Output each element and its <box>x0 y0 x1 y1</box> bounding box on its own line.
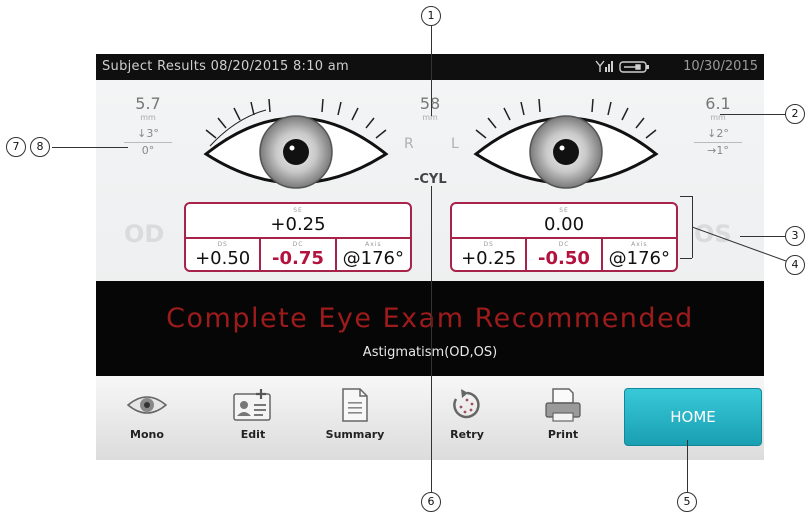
callout-4: 4 <box>785 255 805 275</box>
os-dc-cell: DC -0.50 <box>525 239 600 272</box>
recommendation-title: Complete Eye Exam Recommended <box>166 303 694 334</box>
os-se-value: 0.00 <box>543 214 585 235</box>
home-button[interactable]: HOME <box>624 388 762 446</box>
od-axis-cell: Axis @176° <box>334 239 410 272</box>
r-label: R <box>404 136 414 152</box>
od-gaze-vertical: ↓3° <box>137 127 159 140</box>
status-icons <box>594 58 652 80</box>
callout-5: 5 <box>677 492 697 512</box>
od-dc-cell: DC -0.75 <box>259 239 334 272</box>
callout-4-bracket-top <box>680 196 692 197</box>
os-se-label: SE <box>559 207 569 214</box>
callout-8: 8 <box>30 137 50 157</box>
od-ds-cell: DS +0.50 <box>186 239 259 272</box>
os-gaze-divider <box>694 142 742 143</box>
mono-button[interactable]: Mono <box>112 384 182 441</box>
recommendation-banner: Complete Eye Exam Recommended Astigmatis… <box>96 281 764 376</box>
retry-button[interactable]: Retry <box>432 384 502 441</box>
print-button[interactable]: Print <box>528 384 598 441</box>
status-bar: Subject Results 08/20/2015 8:10 am 10/30… <box>96 54 764 80</box>
os-axis-label: Axis <box>631 241 648 248</box>
od-pupil-size: 5.7 <box>135 94 161 113</box>
retry-icon <box>453 389 480 419</box>
od-ds-label: DS <box>217 241 228 248</box>
callout-5-line <box>687 440 688 492</box>
callout-6-line <box>431 186 432 492</box>
od-pupil-unit: mm <box>140 113 156 122</box>
callout-4-leader <box>692 226 787 262</box>
edit-label: Edit <box>240 428 266 441</box>
callout-1: 1 <box>421 6 441 26</box>
od-label: OD <box>124 220 165 248</box>
od-se-label: SE <box>293 207 303 214</box>
screen-title: Subject Results <box>102 59 207 74</box>
signal-battery-icon <box>595 60 649 73</box>
callout-1-line <box>431 26 432 116</box>
callout-2-line <box>720 114 786 115</box>
cyl-label: -CYL <box>414 172 447 187</box>
summary-button[interactable]: Summary <box>320 384 390 441</box>
callout-3: 3 <box>785 226 805 246</box>
os-ds-label: DS <box>483 241 494 248</box>
os-dc-value: -0.50 <box>538 248 590 269</box>
device-screen: Subject Results 08/20/2015 8:10 am 10/30… <box>96 54 764 460</box>
od-gaze-divider <box>124 142 172 143</box>
document-icon <box>342 388 368 422</box>
os-axis-value: @176° <box>608 248 670 269</box>
od-ds-value: +0.50 <box>195 248 251 269</box>
os-axis-cell: Axis @176° <box>600 239 676 272</box>
os-dc-label: DC <box>558 241 570 248</box>
os-pupil-size: 6.1 <box>705 94 731 113</box>
os-ds-cell: DS +0.25 <box>452 239 525 272</box>
recommendation-subtitle: Astigmatism(OD,OS) <box>362 345 498 360</box>
os-gaze-vertical: ↓2° <box>707 127 729 140</box>
od-gaze-horizontal: 0° <box>141 144 155 157</box>
mono-label: Mono <box>130 428 164 441</box>
callout-6: 6 <box>421 492 441 512</box>
bottom-toolbar: Mono Edit Summary Retry Print HOME <box>96 376 764 460</box>
interpupillary-distance: 58 <box>419 94 441 113</box>
l-label: L <box>451 136 459 152</box>
od-axis-label: Axis <box>365 241 382 248</box>
os-rx-row: DS +0.25 DC -0.50 Axis @176° <box>452 237 676 272</box>
os-results-card: SE 0.00 DS +0.25 DC -0.50 Axis @176° <box>450 202 678 272</box>
ipd-unit: mm <box>422 113 438 122</box>
status-title: Subject Results 08/20/2015 8:10 am <box>102 59 349 74</box>
edit-button[interactable]: Edit <box>218 384 288 441</box>
od-rx-row: DS +0.50 DC -0.75 Axis @176° <box>186 237 410 272</box>
os-ds-value: +0.25 <box>461 248 517 269</box>
right-eye-image <box>203 98 389 189</box>
od-dc-value: -0.75 <box>272 248 324 269</box>
result-timestamp: 08/20/2015 8:10 am <box>210 59 350 74</box>
print-label: Print <box>547 428 579 441</box>
summary-label: Summary <box>325 428 385 441</box>
left-eye-image <box>473 98 659 189</box>
od-se-value: +0.25 <box>270 214 326 235</box>
callout-4-bracket-bottom <box>680 258 692 259</box>
printer-icon <box>545 388 581 422</box>
os-gaze-horizontal: →1° <box>707 144 729 157</box>
od-axis-value: @176° <box>342 248 404 269</box>
eye-icon <box>126 396 168 414</box>
status-date: 10/30/2015 <box>683 59 758 74</box>
edit-profile-icon <box>233 389 271 421</box>
od-dc-label: DC <box>292 241 304 248</box>
callout-2: 2 <box>785 104 805 124</box>
retry-label: Retry <box>450 428 484 441</box>
od-results-card: SE +0.25 DS +0.50 DC -0.75 Axis @176° <box>184 202 412 272</box>
callout-7-8-line <box>52 147 128 148</box>
callout-7: 7 <box>6 137 26 157</box>
